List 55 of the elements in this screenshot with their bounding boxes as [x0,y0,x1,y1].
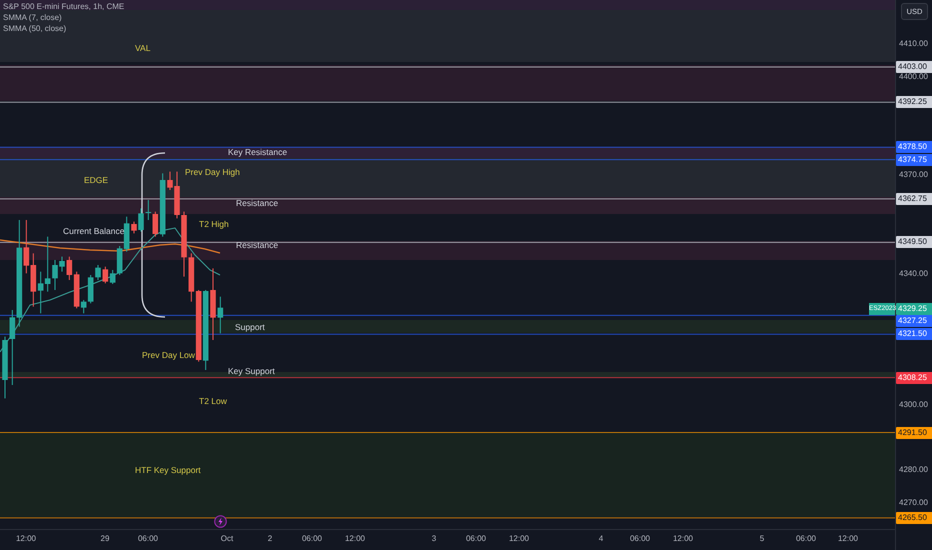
price-tag: 4291.50 [896,426,932,439]
price-tag: 4329.25 [896,302,932,315]
indicator-label[interactable]: SMMA (7, close) [3,13,124,23]
price-tag: 4362.75 [896,192,932,205]
candle [2,336,8,399]
price-tag: 4403.00 [896,60,932,73]
chart-text-label: Prev Day High [185,166,240,178]
indicator-label[interactable]: SMMA (50, close) [3,24,124,34]
price-axis-label: 4300.00 [899,398,928,411]
time-axis-label: 06:00 [302,534,322,544]
chart-text-label: Support [235,321,265,333]
chart-text-label: Key Resistance [228,146,288,158]
chart-text-label: Key Support [228,365,275,377]
price-tag: 4308.25 [896,372,932,384]
price-tag: 4321.50 [896,328,932,340]
time-axis-label: 5 [760,534,764,544]
price-axis-label: 4280.00 [899,464,928,476]
price-axis-label: 4370.00 [899,169,928,182]
time-axis-label: 06:00 [630,534,650,544]
candle [218,296,224,334]
candle [95,264,101,280]
chart-text-label: T2 Low [199,395,227,407]
time-axis-label: 06:00 [138,534,158,544]
chart-text-label: Resistance [236,239,278,251]
price-axis-label: 4410.00 [899,38,928,50]
time-axis-label: 06:00 [466,534,486,544]
symbol-title[interactable]: S&P 500 E-mini Futures, 1h, CME [3,2,124,12]
chart-text-label: Prev Day Low [142,349,195,361]
price-tag: 4374.75 [896,154,932,166]
price-axis-label: 4340.00 [899,268,928,280]
lightning-icon[interactable] [214,515,227,528]
time-axis-label: 12:00 [672,534,694,544]
chart-text-label: HTF Key Support [135,464,201,476]
time-axis-label: Oct [220,534,234,544]
price-tag: 4265.50 [896,512,932,524]
chart-text-label: EDGE [84,174,108,186]
price-tag: 4327.25 [896,315,932,328]
time-axis-label: 4 [598,534,604,544]
time-axis-label: 12:00 [508,534,530,544]
price-tag: 4349.50 [896,236,932,248]
chart-text-label: T2 High [199,218,229,230]
price-tag: 4378.50 [896,141,932,154]
time-axis-label: 12:00 [344,534,366,544]
time-axis-label: 2 [268,534,272,544]
time-axis-label: 3 [432,534,436,544]
time-axis-label: 29 [100,534,110,544]
price-axis-label: 4270.00 [899,497,928,510]
time-axis-label: 06:00 [796,534,816,544]
time-axis-label: 12:00 [838,534,858,544]
price-tag: 4392.25 [896,96,932,108]
chart-text-label: Resistance [236,197,278,209]
chart-text-label: VAL [135,42,150,54]
time-axis-label: 12:00 [16,534,36,544]
price-axis-label: 4400.00 [899,70,928,83]
chart-text-label: Current Balance [63,225,124,237]
